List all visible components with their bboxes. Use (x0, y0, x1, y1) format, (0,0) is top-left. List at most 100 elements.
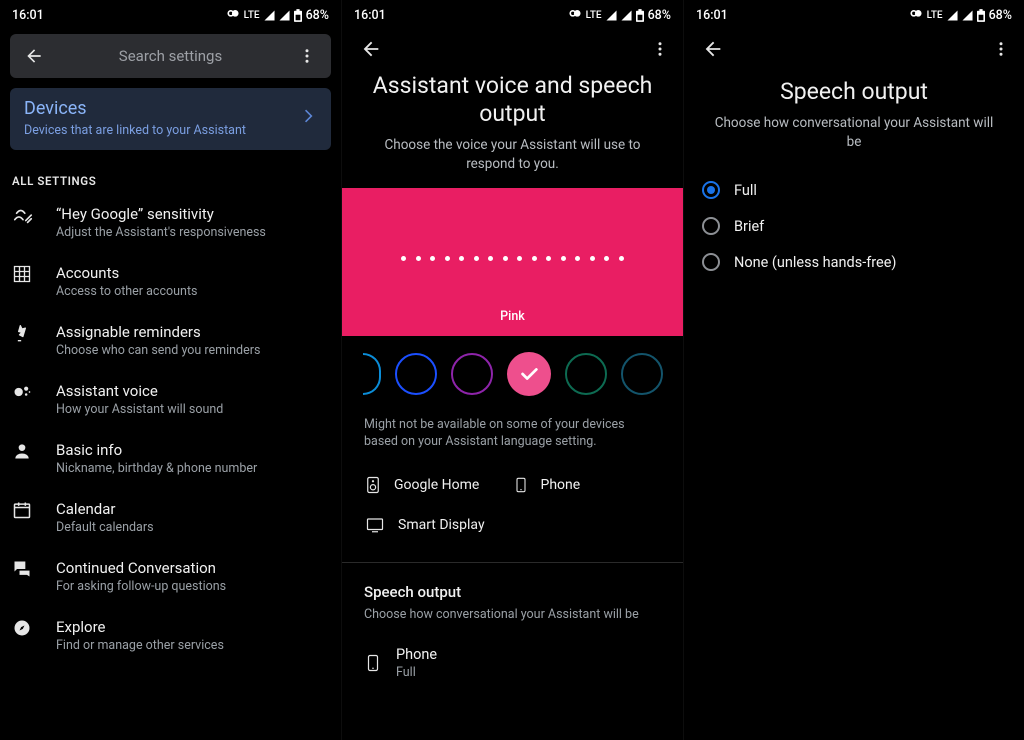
more-button[interactable] (992, 40, 1010, 58)
item-accounts[interactable]: Accounts Access to other accounts (0, 251, 341, 310)
more-icon[interactable] (289, 47, 325, 65)
back-icon[interactable] (16, 46, 52, 66)
status-battery: 68% (989, 8, 1012, 23)
item-continued-conversation[interactable]: Continued ConversationFor asking follow-… (0, 546, 341, 605)
search-bar[interactable]: Search settings (10, 34, 331, 78)
calendar-icon (12, 500, 56, 520)
device-google-home: Google Home (364, 464, 513, 506)
status-network: LTE (927, 10, 943, 21)
item-subtitle: How your Assistant will sound (56, 402, 329, 417)
vpn-icon (568, 10, 582, 20)
vpn-icon (909, 10, 923, 20)
status-right: LTE 68% (909, 8, 1012, 23)
signal-icon (621, 10, 632, 21)
option-label: None (unless hands-free) (734, 254, 896, 271)
option-brief[interactable]: Brief (684, 208, 1024, 244)
status-bar: 16:01 LTE 68% (0, 0, 341, 26)
app-bar (342, 26, 683, 72)
voice-swatch-selected[interactable] (507, 352, 551, 396)
option-label: Brief (734, 218, 764, 235)
signal-icon (947, 10, 958, 21)
item-title: Explore (56, 618, 329, 636)
item-title: Assignable reminders (56, 323, 329, 341)
option-none[interactable]: None (unless hands-free) (684, 244, 1024, 280)
status-battery: 68% (648, 8, 671, 23)
option-label: Full (734, 182, 757, 199)
voice-preview[interactable]: Pink (342, 188, 683, 336)
signal-icon (279, 10, 290, 21)
radio-icon (702, 253, 720, 271)
speech-phone-row[interactable]: Phone Full (342, 632, 683, 680)
speech-phone-title: Phone (396, 646, 437, 663)
item-assistant-voice[interactable]: Assistant voice How your Assistant will s… (0, 369, 341, 428)
settings-pane: 16:01 LTE 68% Search settings Devices De… (0, 0, 342, 740)
item-reminders[interactable]: Assignable reminders Choose who can send … (0, 310, 341, 369)
vpn-icon (226, 10, 240, 20)
signal-icon (264, 10, 275, 21)
card-subtitle: Devices that are linked to your Assistan… (24, 123, 246, 138)
battery-icon (977, 9, 985, 22)
page-title: Speech output (684, 78, 1024, 114)
availability-note: Might not be available on some of your d… (342, 402, 683, 460)
device-label: Smart Display (398, 517, 485, 533)
item-calendar[interactable]: CalendarDefault calendars (0, 487, 341, 546)
back-button[interactable] (360, 38, 382, 60)
device-label: Phone (541, 477, 581, 493)
speech-description: Choose how conversational your Assistant… (342, 607, 683, 632)
voice-swatch[interactable] (451, 353, 493, 395)
item-subtitle: Nickname, birthday & phone number (56, 461, 329, 476)
app-bar (684, 26, 1024, 72)
option-full[interactable]: Full (684, 172, 1024, 208)
item-subtitle: Access to other accounts (56, 284, 329, 299)
item-subtitle: Find or manage other services (56, 638, 329, 653)
item-title: Accounts (56, 264, 329, 282)
item-title: Basic info (56, 441, 329, 459)
display-icon (364, 516, 386, 534)
item-title: Assistant voice (56, 382, 329, 400)
speaker-icon (364, 474, 382, 496)
item-basic-info[interactable]: Basic info Nickname, birthday & phone num… (0, 428, 341, 487)
person-icon (12, 441, 56, 461)
signal-icon (606, 10, 617, 21)
device-phone: Phone (513, 464, 662, 506)
radio-icon (702, 217, 720, 235)
page-description: Choose the voice your Assistant will use… (342, 136, 683, 188)
devices-card[interactable]: Devices Devices that are linked to your … (10, 88, 331, 150)
device-grid: Google Home Phone Smart Display (342, 460, 683, 554)
item-hey-google[interactable]: “Hey Google” sensitivityAdjust the Assis… (0, 192, 341, 251)
voice-swatch[interactable] (565, 353, 607, 395)
status-time: 16:01 (696, 8, 728, 23)
device-label: Google Home (394, 477, 479, 493)
item-explore[interactable]: Explore Find or manage other services (0, 605, 341, 664)
explore-icon (12, 618, 56, 638)
page-title: Assistant voice and speech output (342, 72, 683, 136)
speech-options: Full Brief None (unless hands-free) (684, 166, 1024, 280)
voice-swatch[interactable] (395, 353, 437, 395)
status-time: 16:01 (12, 8, 44, 23)
sensitivity-icon (12, 205, 56, 227)
radio-icon (702, 181, 720, 199)
page-description: Choose how conversational your Assistant… (684, 114, 1024, 166)
status-network: LTE (586, 10, 602, 21)
search-input[interactable]: Search settings (52, 47, 289, 65)
card-title: Devices (24, 98, 246, 119)
status-bar: 16:01 LTE 68% (684, 0, 1024, 26)
reminders-icon (12, 323, 56, 345)
speech-title: Speech output (342, 563, 683, 607)
speech-output-pane: 16:01 LTE 68% Speech output Choose how c… (684, 0, 1024, 740)
more-button[interactable] (651, 40, 669, 58)
voice-pane: 16:01 LTE 68% Assistant voice and speech… (342, 0, 684, 740)
back-button[interactable] (702, 38, 724, 60)
conversation-icon (12, 559, 56, 579)
item-subtitle: Choose who can send you reminders (56, 343, 329, 358)
phone-icon (513, 474, 529, 496)
voice-swatch[interactable] (621, 353, 663, 395)
chevron-right-icon (299, 107, 317, 129)
voice-swatches (342, 336, 683, 402)
accounts-icon (12, 264, 56, 284)
check-icon (518, 363, 540, 385)
voice-swatch[interactable] (363, 353, 381, 395)
signal-icon (962, 10, 973, 21)
battery-icon (636, 9, 644, 22)
item-subtitle: Default calendars (56, 520, 329, 535)
